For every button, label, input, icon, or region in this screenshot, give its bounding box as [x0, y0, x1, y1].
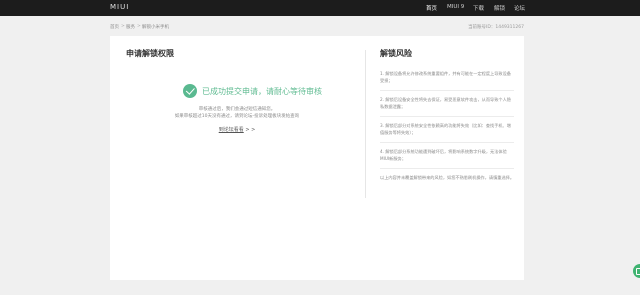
sms-notice-text: 审核通过后，我们会通过短信通知您。	[198, 107, 276, 112]
risk-divider	[380, 116, 514, 117]
content-panel: 申请解锁权限 已成功提交申请，请耐心等待审核 审核通过后，我们会通过短信通知您。…	[110, 36, 524, 280]
risk-divider	[380, 168, 514, 169]
forum-link[interactable]: 到论坛看看 > >	[124, 126, 350, 133]
feedback-float-button[interactable]	[633, 264, 640, 278]
risk-divider	[380, 90, 514, 91]
success-message: 已成功提交申请，请耐心等待审核	[202, 87, 322, 96]
breadcrumb: 首页 > 服务 > 解锁小米手机 当前账号ID：1449311267	[110, 22, 524, 32]
breadcrumb-separator: >	[137, 24, 141, 29]
breadcrumb-service[interactable]: 服务	[126, 24, 135, 30]
breadcrumb-separator: >	[121, 24, 125, 29]
nav-item-home[interactable]: 首页	[426, 4, 437, 12]
risk-item: 4. 解锁后部分系统功能遭到破坏后，将影响系统数字升级，无法体验MIUI新服务；	[380, 149, 507, 161]
breadcrumb-current: 解锁小米手机	[142, 25, 169, 30]
forum-link-label[interactable]: 到论坛看看	[219, 127, 244, 133]
risk-title: 解锁风险	[380, 49, 412, 58]
column-divider	[365, 50, 366, 198]
timeout-notice-text: 如果审核超过10天没有通过，请到论坛-投诉处理板块发帖查询	[174, 114, 300, 119]
risk-item: 以上内容并未覆盖解锁带来的风险，如您不熟悉刷机操作，请慎重选择。	[380, 175, 515, 180]
nav-item-download[interactable]: 下载	[473, 4, 484, 12]
account-id: 当前账号ID：1449311267	[468, 25, 524, 30]
success-check-icon	[183, 84, 197, 98]
risk-item: 1. 解锁设备将允许修改系统重要组件，并有可能在一定程度上导致设备受损；	[380, 71, 511, 83]
risk-item: 2. 解锁后设备安全性将失去保证，易受恶意软件攻击，从而导致个人隐私数据泄露；	[380, 97, 511, 109]
nav-item-miui9[interactable]: MIUI 9	[447, 4, 464, 10]
miui-logo[interactable]: MIUI	[110, 3, 129, 11]
forum-link-arrows: > >	[245, 127, 256, 133]
breadcrumb-home[interactable]: 首页	[110, 24, 119, 30]
risk-divider	[380, 142, 514, 143]
top-navigation-bar: MIUI 首页 MIUI 9 下载 解锁 论坛	[0, 0, 640, 16]
nav-item-forum[interactable]: 论坛	[514, 4, 525, 12]
nav-item-unlock[interactable]: 解锁	[494, 4, 505, 12]
apply-title: 申请解锁权限	[126, 49, 174, 58]
risk-item: 3. 解锁后部分对系统安全性依赖高的功能将失效（比如：查找手机、增值服务等将失效…	[380, 123, 511, 135]
